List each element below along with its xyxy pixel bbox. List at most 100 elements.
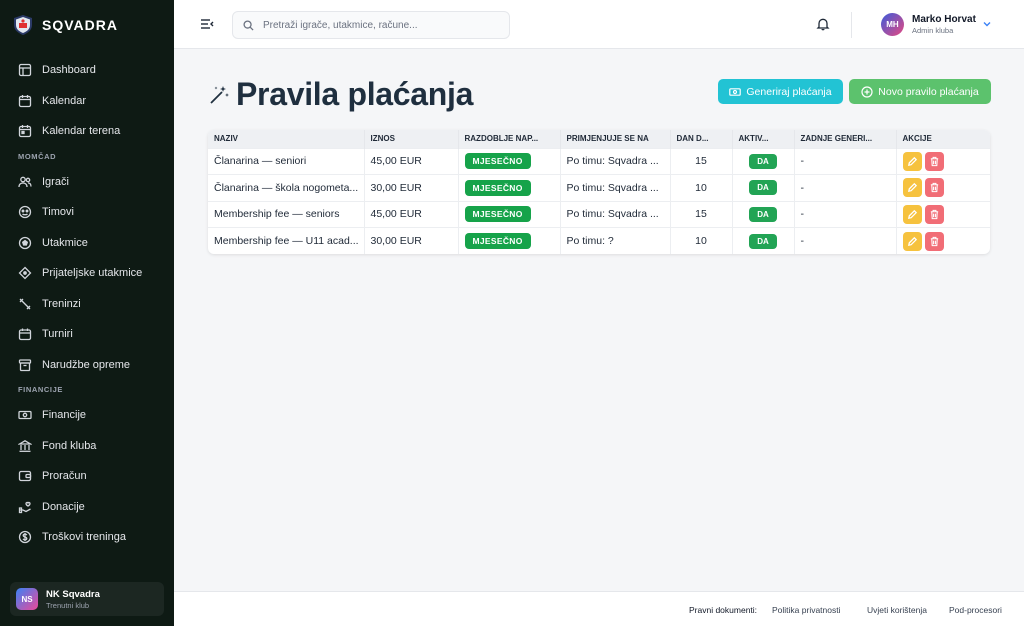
sidebar-item-finances[interactable]: Financije	[0, 400, 174, 431]
delete-button[interactable]	[924, 178, 944, 198]
pencil-icon	[907, 183, 917, 193]
column-header-aktivno[interactable]: AKTIV...	[732, 130, 795, 148]
table-row[interactable]: Članarina — seniori 45,00 EUR MJESEČNO P…	[208, 147, 990, 175]
trash-icon	[930, 236, 938, 246]
cell-zadnje: -	[794, 147, 897, 175]
privacy-policy-link[interactable]: Politika privatnosti	[772, 605, 841, 615]
pencil-icon	[907, 156, 917, 166]
players-icon	[18, 176, 32, 187]
cell-zadnje: -	[794, 200, 897, 228]
sidebar-item-label: Kalendar terena	[42, 125, 121, 138]
sidebar-item-teams[interactable]: Timovi	[0, 197, 174, 228]
sidebar-item-label: Utakmice	[42, 236, 88, 249]
chevron-down-icon[interactable]	[982, 19, 992, 29]
column-header-iznos[interactable]: IZNOS	[364, 130, 459, 148]
cell-akcije	[896, 200, 990, 228]
nav-top: Dashboard Kalendar Kalendar terena	[0, 55, 174, 147]
football-icon	[18, 236, 32, 249]
teams-icon	[18, 206, 32, 219]
club-name: NK Sqvadra	[46, 588, 100, 600]
nav-momcad: Igrači Timovi Utakmice Prijateljske utak…	[0, 167, 174, 381]
generate-payments-button[interactable]: Generiraj plaćanja	[718, 79, 843, 104]
delete-button[interactable]	[924, 231, 944, 251]
sidebar-item-tournaments[interactable]: Turniri	[0, 319, 174, 350]
club-info: NK Sqvadra Trenutni klub	[46, 589, 100, 610]
cell-primjena: Po timu: Sqvadra ...	[560, 200, 671, 228]
search-box[interactable]	[232, 11, 510, 39]
sidebar-item-label: Turniri	[42, 328, 73, 341]
sidebar-item-calendar-field[interactable]: Kalendar terena	[0, 116, 174, 147]
table-row[interactable]: Membership fee — seniors 45,00 EUR MJESE…	[208, 200, 990, 228]
sidebar-item-label: Narudžbe opreme	[42, 358, 131, 371]
bell-icon[interactable]	[816, 17, 830, 31]
user-name[interactable]: Marko Horvat	[912, 14, 976, 25]
cell-aktivno: DA	[732, 174, 795, 201]
sidebar-item-dashboard[interactable]: Dashboard	[0, 55, 174, 86]
trash-icon	[930, 183, 938, 193]
bank-icon	[18, 439, 32, 452]
cell-iznos: 45,00 EUR	[364, 147, 459, 175]
footer: Pravni dokumenti: Politika privatnosti U…	[174, 591, 1024, 626]
edit-button[interactable]	[902, 204, 922, 224]
calendar-icon	[18, 94, 32, 107]
dashboard-icon	[18, 64, 32, 77]
cell-akcije	[896, 227, 990, 254]
cell-razdoblje: MJESEČNO	[458, 200, 561, 228]
edit-button[interactable]	[902, 178, 922, 198]
delete-button[interactable]	[924, 151, 944, 171]
tournament-icon	[18, 328, 32, 341]
sidebar-item-players[interactable]: Igrači	[0, 167, 174, 198]
column-header-primjena[interactable]: PRIMJENJUJE SE NA	[560, 130, 671, 148]
dollar-circle-icon	[18, 531, 32, 544]
trash-icon	[930, 156, 938, 166]
legal-documents-label: Pravni dokumenti:	[689, 605, 758, 615]
table-header-row: NAZIV IZNOS RAZDOBLJE NAP... PRIMJENJUJE…	[208, 130, 990, 148]
sidebar-item-label: Kalendar	[42, 94, 87, 107]
collapse-menu-icon[interactable]	[200, 17, 214, 31]
topbar: MH Marko Horvat Admin kluba	[174, 0, 1024, 49]
payment-rules-table: NAZIV IZNOS RAZDOBLJE NAP... PRIMJENJUJE…	[208, 130, 990, 254]
handshake-icon	[18, 266, 32, 280]
column-header-dan[interactable]: DAN D...	[670, 130, 733, 148]
sidebar-item-club-fund[interactable]: Fond kluba	[0, 431, 174, 462]
avatar[interactable]: MH	[881, 13, 904, 36]
sidebar-item-budget[interactable]: Proračun	[0, 461, 174, 492]
edit-button[interactable]	[902, 231, 922, 251]
sidebar-item-donations[interactable]: Donacije	[0, 492, 174, 523]
delete-button[interactable]	[924, 204, 944, 224]
brand[interactable]: SQVADRA	[0, 0, 174, 50]
column-header-naziv[interactable]: NAZIV	[208, 130, 365, 148]
active-badge: DA	[749, 233, 777, 249]
subprocessors-link[interactable]: Pod-procesori	[949, 605, 1002, 615]
sidebar-item-label: Troškovi treninga	[42, 531, 126, 544]
new-payment-rule-button[interactable]: Novo pravilo plaćanja	[849, 79, 991, 104]
sidebar-item-training[interactable]: Treninzi	[0, 289, 174, 320]
terms-of-use-link[interactable]: Uvjeti korištenja	[867, 605, 927, 615]
active-badge: DA	[749, 153, 777, 169]
sidebar-item-training-costs[interactable]: Troškovi treninga	[0, 522, 174, 553]
active-badge: DA	[749, 180, 777, 196]
magic-wand-icon	[210, 85, 229, 104]
sidebar-item-equipment-orders[interactable]: Narudžbe opreme	[0, 350, 174, 381]
training-icon	[19, 298, 31, 310]
sidebar-item-calendar[interactable]: Kalendar	[0, 86, 174, 117]
money-icon	[18, 411, 32, 420]
cell-naziv: Membership fee — U11 acad...	[208, 227, 365, 254]
nav-financije: Financije Fond kluba Proračun Donacije T…	[0, 400, 174, 553]
cell-primjena: Po timu: Sqvadra ...	[560, 147, 671, 175]
table-row[interactable]: Membership fee — U11 acad... 30,00 EUR M…	[208, 227, 990, 254]
edit-button[interactable]	[902, 151, 922, 171]
column-header-razdoblje[interactable]: RAZDOBLJE NAP...	[458, 130, 561, 148]
cell-primjena: Po timu: ?	[560, 227, 671, 254]
sidebar-item-matches[interactable]: Utakmice	[0, 228, 174, 259]
cell-aktivno: DA	[732, 200, 795, 228]
column-header-zadnje[interactable]: ZADNJE GENERI...	[794, 130, 897, 148]
donation-icon	[18, 501, 31, 513]
club-badge: NS	[16, 588, 38, 610]
table-row[interactable]: Članarina — škola nogometa... 30,00 EUR …	[208, 174, 990, 201]
cell-akcije	[896, 174, 990, 201]
sidebar-item-label: Timovi	[42, 206, 74, 219]
current-club-switcher[interactable]: NS NK Sqvadra Trenutni klub	[10, 582, 164, 616]
search-input[interactable]	[263, 19, 493, 31]
sidebar-item-friendly-matches[interactable]: Prijateljske utakmice	[0, 258, 174, 289]
